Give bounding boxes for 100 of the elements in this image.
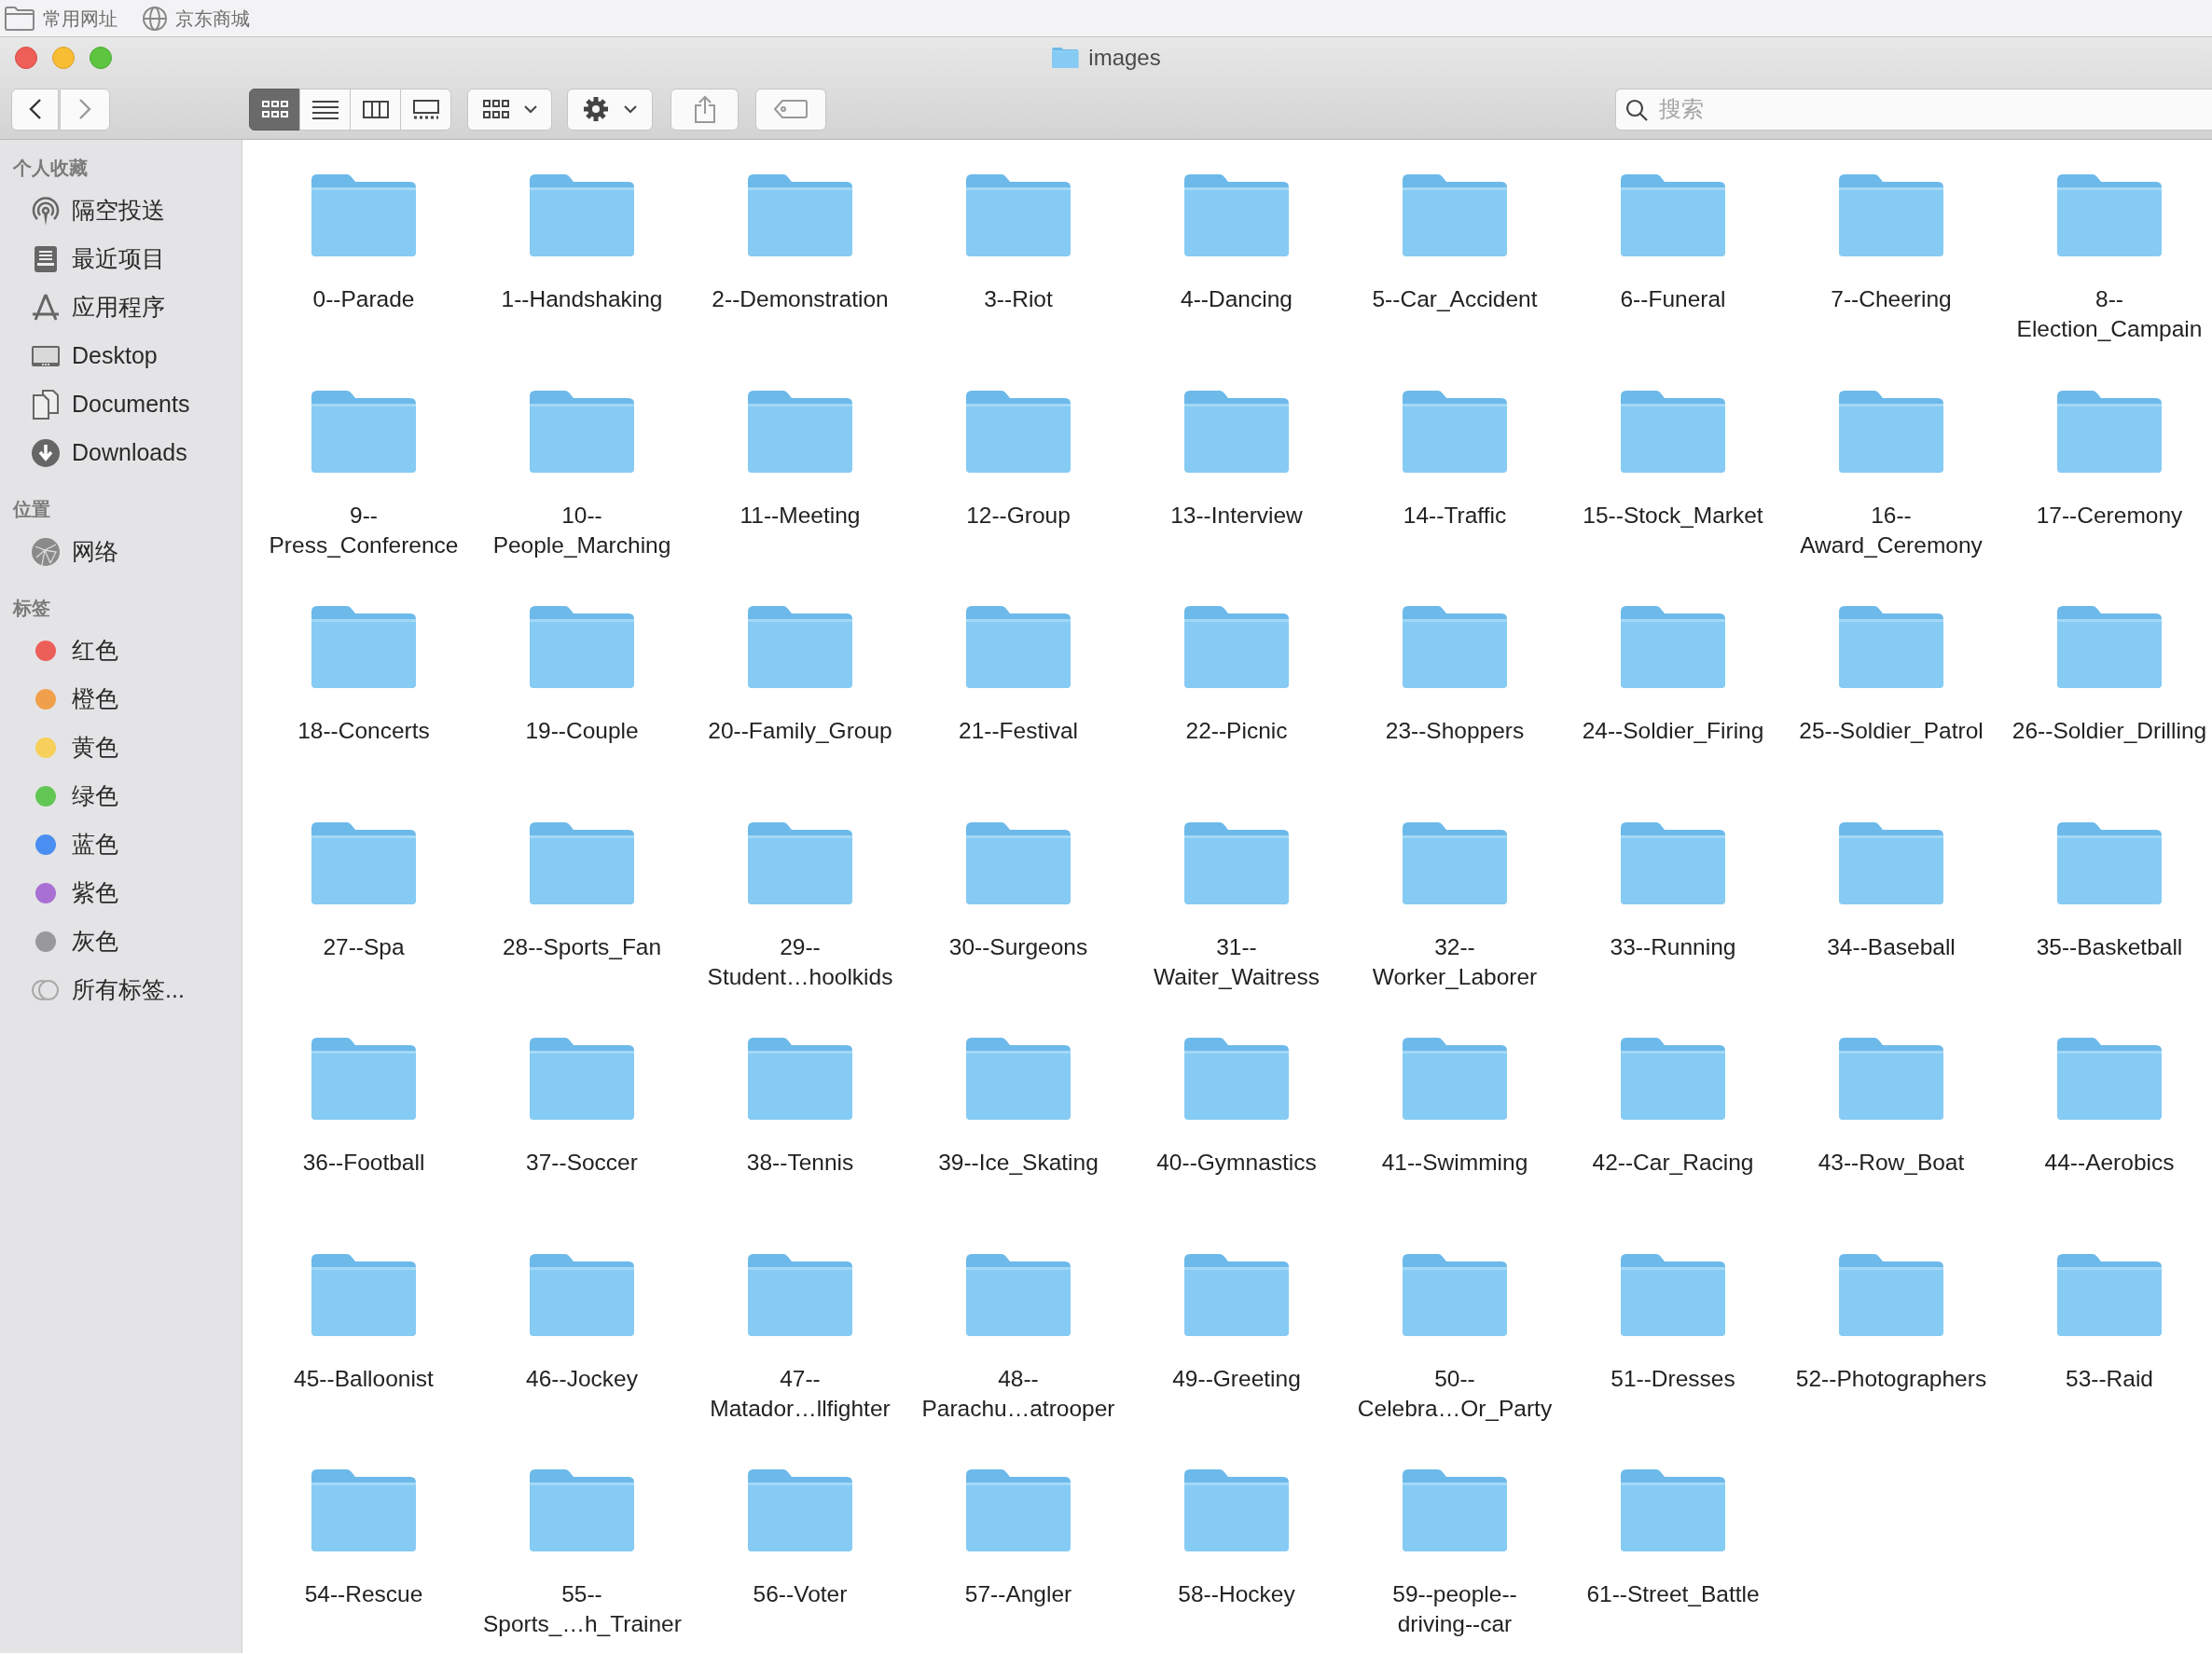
caret-icon <box>523 104 537 114</box>
folder-name: 1--Handshaking <box>500 285 664 313</box>
sidebar-heading: 位置 <box>12 498 51 521</box>
view-mode-button[interactable] <box>400 88 451 131</box>
sidebar-item[interactable]: Documents <box>0 380 242 429</box>
sidebar-item[interactable]: 隔空投送 <box>0 186 242 235</box>
folder-name: 23--Shoppers <box>1384 717 1526 745</box>
folder-name: 30--Surgeons <box>947 932 1089 961</box>
search-icon <box>1624 97 1649 122</box>
tags-button[interactable] <box>755 88 826 131</box>
folder-name: 42--Car_Racing <box>1591 1149 1755 1177</box>
folder-name: 47--Matador…llfighter <box>709 1364 892 1423</box>
search-field[interactable]: 搜索 <box>1615 88 2212 131</box>
caret-icon <box>624 104 637 114</box>
folder-name: 4--Dancing <box>1180 285 1293 313</box>
sidebar-heading: 个人收藏 <box>12 157 89 180</box>
folder-name: 19--Couple <box>524 717 640 745</box>
folder-name: 7--Cheering <box>1830 285 1953 313</box>
folder-name: 61--Street_Battle <box>1585 1580 1761 1608</box>
folder-name: 52--Photographers <box>1794 1364 1988 1393</box>
folder-name: 51--Dresses <box>1610 1364 1736 1393</box>
share-button[interactable] <box>671 88 739 131</box>
sidebar-item[interactable]: 红色 <box>0 627 242 675</box>
folder-name: 50--Celebra…Or_Party <box>1356 1364 1554 1423</box>
sidebar-item[interactable]: 紫色 <box>0 869 242 917</box>
folder-name: 25--Soldier_Patrol <box>1798 717 1984 745</box>
sidebar-item[interactable]: 最近项目 <box>0 235 242 283</box>
folder-name: 48--Parachu…atrooper <box>920 1364 1116 1423</box>
folder-name: 21--Festival <box>958 717 1079 745</box>
folder-name: 20--Family_Group <box>707 717 893 745</box>
sidebar-heading: 标签 <box>11 597 51 620</box>
folder-name: 58--Hockey <box>1177 1580 1296 1608</box>
zoom-button[interactable] <box>90 47 112 69</box>
back-button[interactable] <box>11 88 59 131</box>
chevron-left-icon <box>28 98 42 120</box>
folder-name: 26--Soldier_Drilling <box>2011 717 2208 745</box>
folder-icon <box>4 5 35 32</box>
folder-name: 56--Voter <box>752 1580 849 1608</box>
bookmark-link[interactable]: 常用网址 <box>43 4 118 33</box>
view-mode-button[interactable] <box>299 88 351 131</box>
bookmark-link[interactable]: 京东商城 <box>175 4 250 33</box>
folder-name: 49--Greeting <box>1171 1364 1302 1393</box>
folder-name: 10--People_Marching <box>491 501 672 559</box>
folder-name: 13--Interview <box>1169 501 1304 530</box>
folder-name: 22--Picnic <box>1184 717 1289 745</box>
folder-name: 32--Worker_Laborer <box>1371 932 1539 991</box>
sidebar-item[interactable]: 应用程序 <box>0 283 242 332</box>
folder-name: 34--Baseball <box>1826 932 1956 961</box>
chevron-right-icon <box>78 98 91 120</box>
folder-name: 27--Spa <box>322 932 406 961</box>
view-mode-button[interactable] <box>350 88 401 131</box>
sidebar-item[interactable]: 所有标签... <box>0 966 242 1014</box>
folder-name: 31--Waiter_Waitress <box>1153 932 1320 991</box>
sidebar-item[interactable]: 网络 <box>0 528 242 576</box>
sidebar-item[interactable]: Downloads <box>0 429 242 477</box>
action-dropdown[interactable] <box>567 88 653 131</box>
sidebar-item[interactable]: Desktop <box>0 332 242 380</box>
folder-name: 2--Demonstration <box>711 285 890 313</box>
group-dropdown[interactable] <box>467 88 552 131</box>
sidebar-item[interactable]: 绿色 <box>0 772 242 820</box>
folder-name: 44--Aerobics <box>2043 1149 2176 1177</box>
folder-name: 33--Running <box>1609 932 1737 961</box>
folder-name: 24--Soldier_Firing <box>1581 717 1765 745</box>
share-icon <box>693 95 716 123</box>
folder-name: 53--Raid <box>2065 1364 2154 1393</box>
column-view-icon <box>362 99 389 119</box>
folder-name: 5--Car_Accident <box>1371 285 1539 313</box>
close-button[interactable] <box>15 47 37 69</box>
gear-icon <box>583 96 609 122</box>
sidebar-item[interactable]: 灰色 <box>0 917 242 966</box>
folder-name: 46--Jockey <box>525 1364 639 1393</box>
download-icon <box>29 436 62 470</box>
tag-icon <box>774 100 808 118</box>
folder-name: 9--Press_Conference <box>268 501 460 559</box>
folder-name: 12--Group <box>965 501 1071 530</box>
sidebar-item[interactable]: 黄色 <box>0 724 242 772</box>
folder-name: 40--Gymnastics <box>1155 1149 1318 1177</box>
folder-icon <box>1051 47 1080 69</box>
folder-name: 14--Traffic <box>1402 501 1508 530</box>
minimize-button[interactable] <box>52 47 75 69</box>
globe-icon <box>29 535 62 569</box>
folder-name: 11--Meeting <box>739 501 862 530</box>
view-mode-button[interactable] <box>249 88 300 131</box>
gallery-view-icon <box>412 99 439 119</box>
folder-name: 16--Award_Ceremony <box>1799 501 1984 559</box>
folder-name: 6--Funeral <box>1619 285 1727 313</box>
folder-name: 43--Row_Boat <box>1817 1149 1966 1177</box>
window-title: images <box>1088 44 1161 72</box>
folder-name: 15--Stock_Market <box>1582 501 1764 530</box>
sidebar-item[interactable]: 橙色 <box>0 675 242 724</box>
folder-name: 37--Soccer <box>525 1149 639 1177</box>
folder-name: 57--Angler <box>963 1580 1073 1608</box>
folder-name: 54--Rescue <box>303 1580 424 1608</box>
folder-name: 55--Sports_…h_Trainer <box>483 1580 681 1638</box>
folder-name: 59--people--driving--car <box>1391 1580 1518 1638</box>
folder-name: 17--Ceremony <box>2035 501 2184 530</box>
grid-icon <box>482 100 509 118</box>
folder-name: 35--Basketball <box>2035 932 2184 961</box>
sidebar-item[interactable]: 蓝色 <box>0 820 242 869</box>
folder-name: 39--Ice_Skating <box>937 1149 1099 1177</box>
